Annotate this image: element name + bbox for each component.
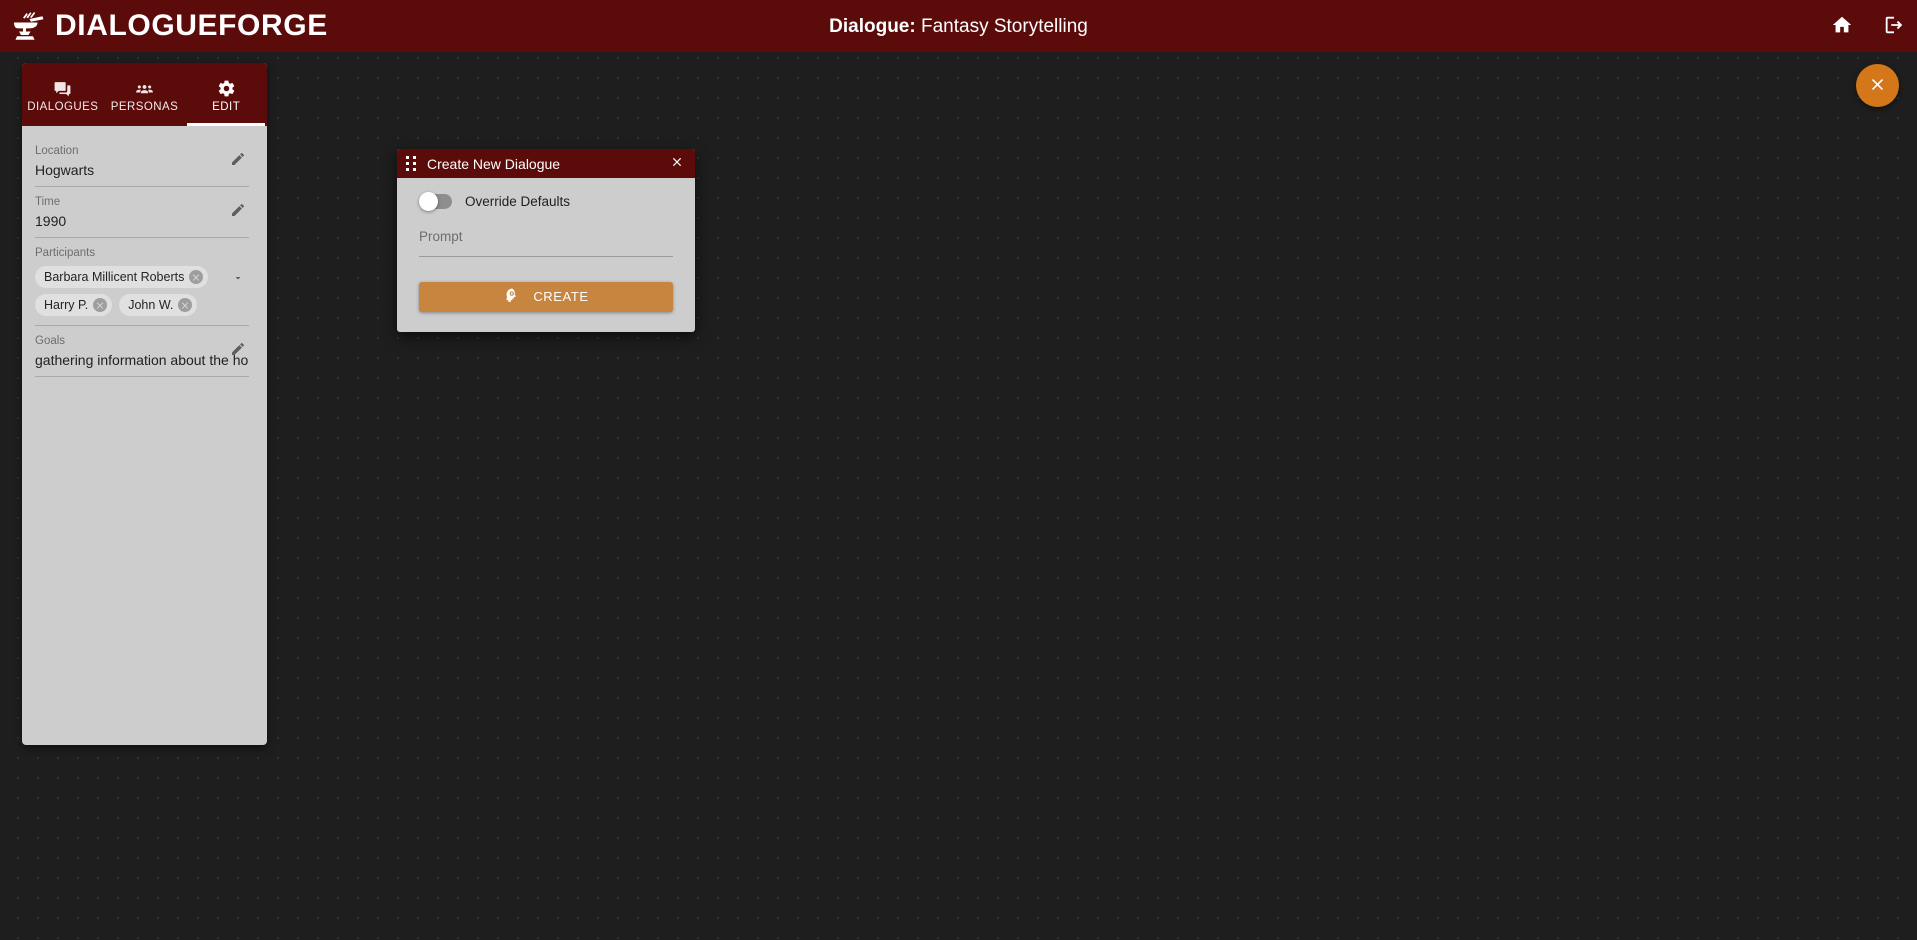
field-time-label: Time xyxy=(35,195,61,208)
field-location-value: Hogwarts xyxy=(35,161,95,178)
tab-dialogues-label: DIALOGUES xyxy=(27,100,99,113)
home-icon xyxy=(1831,14,1853,39)
prompt-input[interactable] xyxy=(419,228,673,247)
psychology-head-icon xyxy=(503,287,520,307)
modal-body: Override Defaults CREATE xyxy=(397,178,695,332)
modal-close-button[interactable] xyxy=(668,155,686,173)
top-header-bar: DIALOGUEFORGE Dialogue: Fantasy Storytel… xyxy=(0,0,1917,52)
participant-chip[interactable]: Harry P. xyxy=(35,293,113,316)
close-circle-icon[interactable] xyxy=(93,297,108,312)
override-defaults-label: Override Defaults xyxy=(465,193,571,209)
edit-location-button[interactable] xyxy=(227,150,249,172)
field-participants-label: Participants xyxy=(35,246,96,259)
close-circle-icon[interactable] xyxy=(178,297,193,312)
modal-title: Create New Dialogue xyxy=(427,155,561,172)
override-defaults-row: Override Defaults xyxy=(419,192,673,211)
participant-chip[interactable]: John W. xyxy=(119,293,198,316)
tab-edit[interactable]: EDIT xyxy=(185,63,267,126)
pencil-icon xyxy=(230,151,246,170)
create-button[interactable]: CREATE xyxy=(419,281,673,312)
page-title-value: Fantasy Storytelling xyxy=(920,15,1088,37)
edit-time-button[interactable] xyxy=(227,201,249,223)
people-group-icon xyxy=(135,80,154,98)
close-icon xyxy=(670,155,684,172)
tab-personas[interactable]: PERSONAS xyxy=(104,63,186,126)
brand[interactable]: DIALOGUEFORGE xyxy=(0,11,328,41)
participant-chip-list: Barbara Millicent Roberts Harry P. John … xyxy=(35,263,249,318)
tab-edit-label: EDIT xyxy=(212,100,241,113)
override-defaults-toggle[interactable] xyxy=(419,192,452,211)
participant-chip-label: Barbara Millicent Roberts xyxy=(44,269,185,284)
participant-chip-label: John W. xyxy=(128,297,174,312)
toggle-knob xyxy=(419,192,438,211)
sidebar-panel: DIALOGUES PERSONAS EDIT Location Hogwart… xyxy=(22,63,267,745)
participant-chip[interactable]: Barbara Millicent Roberts xyxy=(35,265,209,288)
logout-button[interactable] xyxy=(1881,13,1907,39)
field-location: Location Hogwarts xyxy=(35,136,249,187)
brand-name: DIALOGUEFORGE xyxy=(55,9,328,42)
field-goals-label: Goals xyxy=(35,334,66,347)
field-time-value: 1990 xyxy=(35,212,67,229)
close-icon xyxy=(1868,75,1887,97)
logout-icon xyxy=(1883,14,1905,39)
sidebar-tabbar: DIALOGUES PERSONAS EDIT xyxy=(22,63,267,126)
sidebar-form: Location Hogwarts Time 1990 Participants xyxy=(22,126,267,377)
edit-goals-button[interactable] xyxy=(227,340,249,362)
pencil-icon xyxy=(230,341,246,360)
participant-chip-label: Harry P. xyxy=(44,297,89,312)
pencil-icon xyxy=(230,202,246,221)
chevron-down-icon xyxy=(232,272,244,287)
prompt-field xyxy=(419,228,673,257)
create-dialogue-modal: Create New Dialogue Override Defaults CR… xyxy=(397,149,695,332)
anvil-hammer-icon xyxy=(12,11,46,41)
close-circle-icon[interactable] xyxy=(189,269,204,284)
header-actions xyxy=(1829,13,1907,39)
drag-dots-icon[interactable] xyxy=(406,155,418,172)
field-goals: Goals gathering information about the ho… xyxy=(35,326,249,377)
page-title-prefix: Dialogue: xyxy=(829,15,916,37)
gear-icon xyxy=(217,80,236,98)
field-participants: Participants Barbara Millicent Roberts H… xyxy=(35,238,249,326)
create-button-label: CREATE xyxy=(533,289,589,305)
field-time: Time 1990 xyxy=(35,187,249,238)
tab-dialogues[interactable]: DIALOGUES xyxy=(22,63,104,126)
field-goals-value: gathering information about the horcr xyxy=(35,351,249,368)
home-button[interactable] xyxy=(1829,13,1855,39)
modal-header[interactable]: Create New Dialogue xyxy=(397,149,695,178)
field-location-label: Location xyxy=(35,145,79,157)
close-dialogue-fab[interactable] xyxy=(1856,64,1899,107)
participants-dropdown-button[interactable] xyxy=(227,269,249,291)
tab-personas-label: PERSONAS xyxy=(110,100,179,113)
chat-bubbles-icon xyxy=(53,80,72,98)
